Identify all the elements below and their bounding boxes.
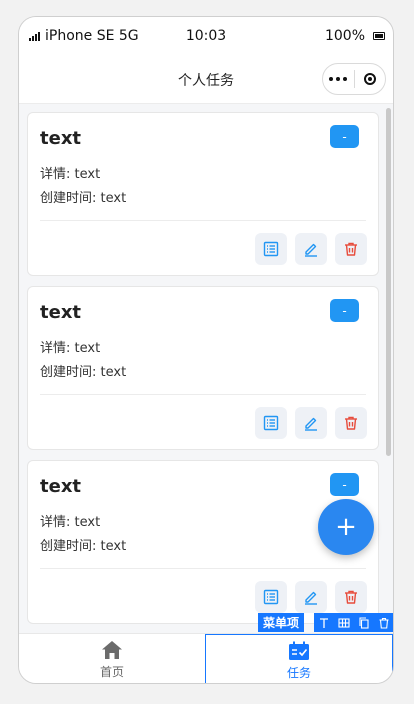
pencil-icon <box>305 591 317 605</box>
trash-icon[interactable] <box>378 617 390 629</box>
list-icon <box>263 589 279 605</box>
more-button[interactable] <box>323 64 354 94</box>
tab-home-label: 首页 <box>99 665 124 679</box>
task-detail: 详情: text <box>40 341 101 356</box>
target-icon <box>363 73 376 85</box>
tab-home[interactable]: 首页 <box>19 634 205 683</box>
task-created-time: 创建时间: text <box>40 191 127 206</box>
edit-button[interactable] <box>295 581 327 613</box>
more-dots-icon <box>329 77 348 81</box>
calendar-check-icon <box>289 641 309 660</box>
task-title: text <box>40 128 82 149</box>
list-icon <box>263 241 279 257</box>
text-icon[interactable] <box>318 617 330 629</box>
battery-group: 100% <box>325 28 385 44</box>
task-title: text <box>40 302 82 323</box>
status-badge-button[interactable]: - <box>330 299 359 322</box>
card-actions <box>255 581 367 613</box>
card-divider <box>40 568 366 569</box>
edit-button[interactable] <box>295 407 327 439</box>
trash-icon <box>345 590 357 604</box>
pencil-icon <box>305 243 317 257</box>
task-created-time: 创建时间: text <box>40 539 127 554</box>
detail-button[interactable] <box>255 407 287 439</box>
copy-icon[interactable] <box>358 616 370 629</box>
scrollbar[interactable] <box>386 108 391 456</box>
mini-program-capsule <box>322 63 386 95</box>
tab-tasks-label: 任务 <box>286 666 311 680</box>
home-icon <box>102 641 122 659</box>
editor-toolbar <box>314 613 393 632</box>
edit-button[interactable] <box>295 233 327 265</box>
close-button[interactable] <box>355 64 386 94</box>
table-icon[interactable] <box>338 617 350 629</box>
task-created-time: 创建时间: text <box>40 365 127 380</box>
status-badge-button[interactable]: - <box>330 125 359 148</box>
task-card: text 详情: text 创建时间: text - <box>27 112 379 276</box>
trash-icon <box>345 416 357 430</box>
task-detail: 详情: text <box>40 167 101 182</box>
delete-button[interactable] <box>335 407 367 439</box>
add-task-button[interactable]: + <box>318 499 374 555</box>
status-bar: iPhone SE 5G 10:03 100% <box>19 17 393 55</box>
list-icon <box>263 415 279 431</box>
detail-button[interactable] <box>255 233 287 265</box>
card-divider <box>40 220 366 221</box>
task-detail: 详情: text <box>40 515 101 530</box>
status-badge-button[interactable]: - <box>330 473 359 496</box>
detail-button[interactable] <box>255 581 287 613</box>
phone-frame: iPhone SE 5G 10:03 100% 个人任务 text 详情: te… <box>18 16 394 684</box>
card-divider <box>40 394 366 395</box>
card-actions <box>255 407 367 439</box>
battery-percent: 100% <box>324 28 365 44</box>
battery-icon <box>373 32 385 40</box>
tab-bar: 首页 任务 <box>19 633 393 683</box>
tab-tasks[interactable]: 任务 <box>205 634 393 683</box>
delete-button[interactable] <box>335 581 367 613</box>
editor-menu-tag[interactable]: 菜单项 <box>258 613 305 632</box>
pencil-icon <box>305 417 317 431</box>
trash-icon <box>345 242 357 256</box>
delete-button[interactable] <box>335 233 367 265</box>
card-actions <box>255 233 367 265</box>
task-title: text <box>40 476 82 497</box>
task-card: text 详情: text 创建时间: text - <box>27 286 379 450</box>
nav-bar: 个人任务 <box>19 55 393 104</box>
